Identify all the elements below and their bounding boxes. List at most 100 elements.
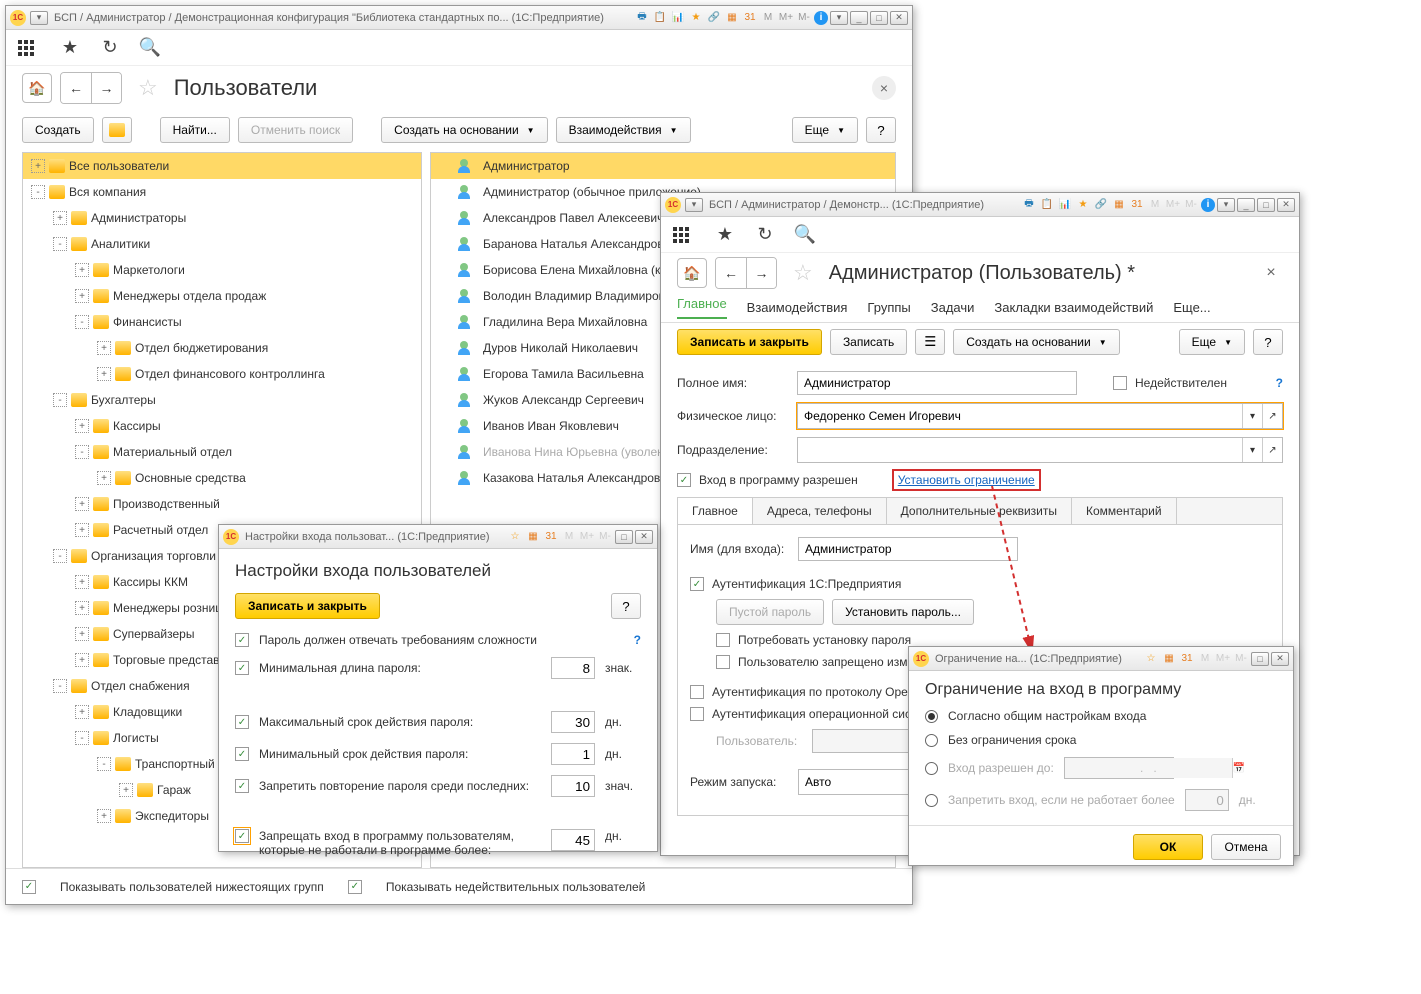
help-button[interactable]: ? xyxy=(611,593,641,619)
tree-row[interactable]: -Вся компания xyxy=(23,179,421,205)
tb-mminus-icon[interactable]: M- xyxy=(1183,197,1199,213)
tree-row[interactable]: -Материальный отдел xyxy=(23,439,421,465)
tb-print-icon[interactable]: 🖶 xyxy=(1021,197,1037,213)
set-pwd-button[interactable]: Установить пароль... xyxy=(832,599,974,625)
tb-cal-icon[interactable]: 31 xyxy=(1129,197,1145,213)
close-button[interactable]: ✕ xyxy=(1271,652,1289,666)
expand-icon[interactable]: + xyxy=(75,653,89,667)
tb-mplus-icon[interactable]: M+ xyxy=(1165,197,1181,213)
create-folder-button[interactable] xyxy=(102,117,132,143)
opt-common-radio[interactable] xyxy=(925,710,938,723)
tb-m-icon[interactable]: M xyxy=(1197,651,1213,667)
tb-copy-icon[interactable]: 📋 xyxy=(652,10,668,26)
tb-m-icon[interactable]: M xyxy=(561,529,577,545)
tb-star-icon[interactable]: ★ xyxy=(1075,197,1091,213)
denyinactive-input[interactable] xyxy=(551,829,595,851)
empty-pwd-button[interactable]: Пустой пароль xyxy=(716,599,824,625)
list-settings-button[interactable]: ☰ xyxy=(915,329,945,355)
expand-icon[interactable]: + xyxy=(53,211,67,225)
tb-info-icon[interactable]: i xyxy=(1201,198,1215,212)
tab-5[interactable]: Еще... xyxy=(1173,300,1210,315)
tb-mminus-icon[interactable]: M- xyxy=(1233,651,1249,667)
ok-button[interactable]: ОК xyxy=(1133,834,1203,860)
tree-row[interactable]: +Отдел бюджетирования xyxy=(23,335,421,361)
subtab-3[interactable]: Комментарий xyxy=(1072,498,1177,524)
cancel-search-button[interactable]: Отменить поиск xyxy=(238,117,353,143)
save-button[interactable]: Записать xyxy=(830,329,907,355)
expand-icon[interactable]: + xyxy=(75,575,89,589)
subtab-0[interactable]: Главное xyxy=(678,498,753,524)
tab-0[interactable]: Главное xyxy=(677,296,727,319)
expand-icon[interactable]: + xyxy=(97,809,111,823)
max-button[interactable]: □ xyxy=(1257,198,1275,212)
minlen-input[interactable] xyxy=(551,657,595,679)
tb-mplus-icon[interactable]: M+ xyxy=(579,529,595,545)
expand-icon[interactable]: - xyxy=(53,549,67,563)
menu-icon[interactable] xyxy=(18,40,42,56)
tree-row[interactable]: +Кассиры xyxy=(23,413,421,439)
tree-row[interactable]: +Маркетологи xyxy=(23,257,421,283)
tree-row[interactable]: -Финансисты xyxy=(23,309,421,335)
help-button[interactable]: ? xyxy=(866,117,896,143)
subtab-2[interactable]: Дополнительные реквизиты xyxy=(887,498,1072,524)
create-based-button[interactable]: Создать на основании▼ xyxy=(381,117,547,143)
expand-icon[interactable]: - xyxy=(75,315,89,329)
tree-row[interactable]: -Аналитики xyxy=(23,231,421,257)
expand-icon[interactable]: - xyxy=(53,679,67,693)
expand-icon[interactable]: - xyxy=(75,731,89,745)
maxage-input[interactable] xyxy=(551,711,595,733)
find-button[interactable]: Найти... xyxy=(160,117,230,143)
tb-copy-icon[interactable]: 📋 xyxy=(1039,197,1055,213)
tb-cal-icon[interactable]: 31 xyxy=(543,529,559,545)
subtab-1[interactable]: Адреса, телефоны xyxy=(753,498,887,524)
auth1c-checkbox[interactable] xyxy=(690,577,704,591)
cancel-button[interactable]: Отмена xyxy=(1211,834,1281,860)
interactions-button[interactable]: Взаимодействия▼ xyxy=(556,117,691,143)
dropdown-icon[interactable]: ▾ xyxy=(685,198,703,212)
star-icon[interactable]: ★ xyxy=(58,37,82,58)
tb-cal-icon[interactable]: 31 xyxy=(1179,651,1195,667)
search-icon[interactable]: 🔍 xyxy=(793,224,817,245)
star-icon[interactable]: ★ xyxy=(713,224,737,245)
denyrepeat-input[interactable] xyxy=(551,775,595,797)
denyrepeat-checkbox[interactable] xyxy=(235,779,249,793)
tb-calc-icon[interactable]: 📊 xyxy=(670,10,686,26)
login-allowed-checkbox[interactable] xyxy=(677,473,691,487)
tree-row[interactable]: +Все пользователи xyxy=(23,153,421,179)
list-row[interactable]: Администратор xyxy=(431,153,895,179)
dept-input[interactable] xyxy=(798,438,1242,462)
tb-doc-icon[interactable]: ▦ xyxy=(724,10,740,26)
auth-openid-checkbox[interactable] xyxy=(690,685,704,699)
menu-icon[interactable] xyxy=(673,227,697,243)
tree-row[interactable]: -Бухгалтеры xyxy=(23,387,421,413)
tb-mminus-icon[interactable]: M- xyxy=(597,529,613,545)
expand-icon[interactable]: + xyxy=(31,159,45,173)
tb-mminus-icon[interactable]: M- xyxy=(796,10,812,26)
tab-3[interactable]: Задачи xyxy=(931,300,975,315)
tb-mplus-icon[interactable]: M+ xyxy=(1215,651,1231,667)
expand-icon[interactable]: + xyxy=(75,497,89,511)
fav-star-icon[interactable]: ☆ xyxy=(138,75,158,101)
history-icon[interactable]: ↻ xyxy=(753,224,777,245)
tab-4[interactable]: Закладки взаимодействий xyxy=(994,300,1153,315)
show-sub-checkbox[interactable] xyxy=(22,880,36,894)
page-close-button[interactable]: × xyxy=(1259,261,1283,285)
person-input[interactable] xyxy=(798,404,1242,428)
expand-icon[interactable]: - xyxy=(75,445,89,459)
maxage-checkbox[interactable] xyxy=(235,715,249,729)
opt-unlimited-radio[interactable] xyxy=(925,734,938,747)
opt-until-radio[interactable] xyxy=(925,762,938,775)
tab-2[interactable]: Группы xyxy=(867,300,910,315)
tree-row[interactable]: +Администраторы xyxy=(23,205,421,231)
save-close-button[interactable]: Записать и закрыть xyxy=(677,329,822,355)
help-link[interactable]: ? xyxy=(634,633,641,647)
tb-mplus-icon[interactable]: M+ xyxy=(778,10,794,26)
close-button[interactable]: ✕ xyxy=(1277,198,1295,212)
open-button[interactable]: ↗ xyxy=(1262,438,1282,462)
tb-m-icon[interactable]: M xyxy=(760,10,776,26)
more-button[interactable]: Еще▼ xyxy=(1179,329,1245,355)
tb-info-drop[interactable]: ▾ xyxy=(1217,198,1235,212)
auth-os-checkbox[interactable] xyxy=(690,707,704,721)
home-button[interactable]: 🏠 xyxy=(22,73,52,103)
tb-cal-icon[interactable]: 31 xyxy=(742,10,758,26)
